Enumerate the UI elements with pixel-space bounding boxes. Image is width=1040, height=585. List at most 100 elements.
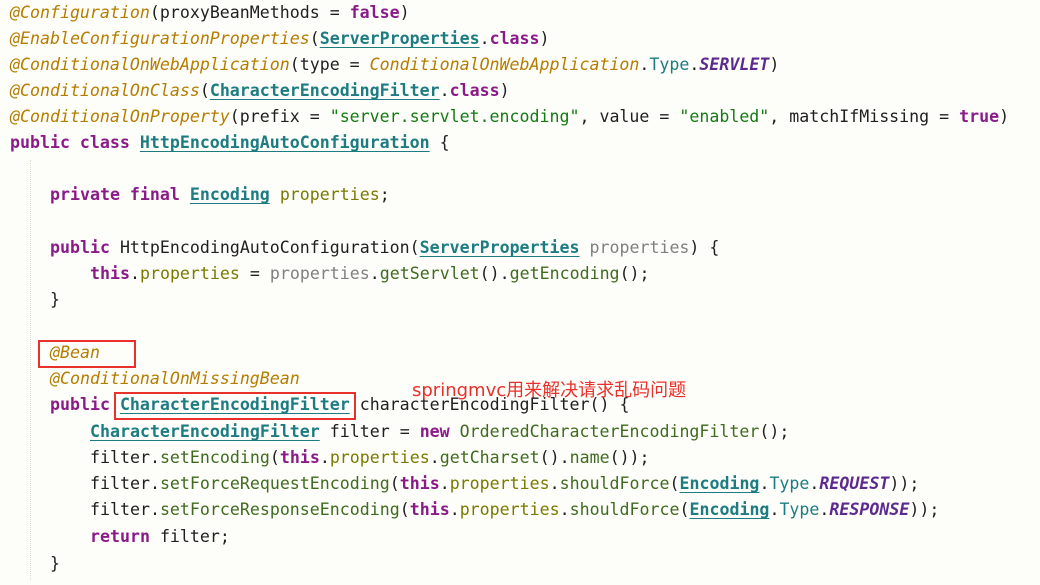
- code-text: (: [669, 474, 680, 493]
- keyword: public class: [10, 133, 140, 152]
- code-text: ();: [759, 422, 790, 441]
- parameter-name: properties: [589, 238, 690, 257]
- method-call: shouldForce: [559, 474, 670, 493]
- enum-constant: SERVLET: [699, 55, 770, 74]
- code-line-11: this.properties = properties.getServlet(…: [90, 261, 650, 287]
- code-line-4: @ConditionalOnClass(CharacterEncodingFil…: [10, 78, 510, 104]
- code-text: .: [549, 474, 560, 493]
- keyword: this: [90, 264, 130, 283]
- code-text: ) {: [689, 238, 720, 257]
- code-text: filter.: [90, 500, 160, 519]
- code-text: filter;: [159, 527, 230, 546]
- code-text: .: [819, 500, 830, 519]
- keyword: this: [279, 448, 320, 467]
- code-text: .: [479, 29, 490, 48]
- annotation-reference: ConditionalOnWebApplication: [369, 55, 640, 74]
- code-text: (proxyBeanMethods =: [149, 3, 350, 22]
- type-reference: Type: [649, 55, 690, 74]
- keyword: class: [449, 81, 500, 100]
- code-text: }: [50, 290, 60, 309]
- code-text: ));: [889, 474, 920, 493]
- code-text: (: [309, 29, 320, 48]
- code-text: (: [679, 500, 690, 519]
- code-text: ): [499, 81, 510, 100]
- code-text: .: [439, 81, 450, 100]
- annotation: @ConditionalOnWebApplication: [10, 55, 290, 74]
- type-reference: Encoding: [189, 185, 270, 204]
- annotation: @EnableConfigurationProperties: [10, 29, 310, 48]
- field-name: properties: [449, 474, 550, 493]
- code-line-18: filter.setEncoding(this.properties.getCh…: [90, 445, 650, 471]
- code-text: .: [559, 500, 570, 519]
- code-text: .: [319, 448, 330, 467]
- code-line-21: return filter;: [90, 524, 230, 550]
- keyword: class: [489, 29, 540, 48]
- code-text: ): [999, 107, 1010, 126]
- method-call: getServlet: [379, 264, 480, 283]
- code-text: .: [639, 55, 650, 74]
- code-text: .: [429, 448, 440, 467]
- code-text: ));: [909, 500, 940, 519]
- keyword: public: [50, 395, 120, 414]
- type-reference: Type: [779, 500, 820, 519]
- keyword: this: [399, 474, 440, 493]
- code-text: }: [50, 554, 60, 573]
- method-call: getCharset: [439, 448, 540, 467]
- keyword: public: [50, 238, 120, 257]
- code-text: filter =: [319, 422, 420, 441]
- code-line-12: }: [50, 287, 60, 313]
- code-text: ): [769, 55, 780, 74]
- code-line-22: }: [50, 551, 60, 577]
- type-reference: CharacterEncodingFilter: [90, 422, 320, 441]
- code-text: ();: [619, 264, 650, 283]
- code-text: .: [769, 500, 780, 519]
- constructor-call: OrderedCharacterEncodingFilter: [459, 422, 760, 441]
- keyword: true: [959, 107, 1000, 126]
- code-editor[interactable]: @Configuration(proxyBeanMethods = false)…: [0, 0, 1040, 585]
- type-reference: Encoding: [679, 474, 760, 493]
- code-text: ;: [379, 185, 390, 204]
- code-text: {: [429, 133, 450, 152]
- code-text: (: [199, 81, 210, 100]
- parameter-name: properties: [269, 264, 370, 283]
- code-text: filter.: [90, 474, 160, 493]
- code-line-20: filter.setForceResponseEncoding(this.pro…: [90, 497, 939, 523]
- method-call: setEncoding: [159, 448, 270, 467]
- type-reference: ServerProperties: [419, 238, 580, 257]
- method-call: name: [569, 448, 610, 467]
- code-text: (type =: [289, 55, 370, 74]
- code-line-17: CharacterEncodingFilter filter = new Ord…: [90, 419, 789, 445]
- type-reference: ServerProperties: [319, 29, 480, 48]
- annotation: @Configuration: [10, 3, 150, 22]
- field-name: properties: [279, 185, 380, 204]
- string-literal: "server.servlet.encoding": [329, 107, 580, 126]
- annotation: @ConditionalOnProperty: [10, 107, 230, 126]
- string-literal: "enabled": [679, 107, 770, 126]
- code-text: ().: [479, 264, 510, 283]
- code-line-1: @Configuration(proxyBeanMethods = false): [10, 0, 410, 26]
- code-text: ().: [539, 448, 570, 467]
- keyword: false: [349, 3, 400, 22]
- enum-constant: RESPONSE: [829, 500, 910, 519]
- code-line-6: public class HttpEncodingAutoConfigurati…: [10, 130, 450, 156]
- code-text: (prefix =: [229, 107, 330, 126]
- indent-guide: [30, 160, 31, 580]
- enum-constant: REQUEST: [819, 474, 890, 493]
- code-line-15: @ConditionalOnMissingBean: [50, 366, 300, 392]
- code-line-2: @EnableConfigurationProperties(ServerPro…: [10, 26, 550, 52]
- code-text: .: [759, 474, 770, 493]
- field-name: properties: [329, 448, 430, 467]
- code-text: filter.: [90, 448, 160, 467]
- method-call: setForceResponseEncoding: [159, 500, 400, 519]
- code-text: =: [239, 264, 270, 283]
- code-text: .: [129, 264, 140, 283]
- method-call: getEncoding: [509, 264, 620, 283]
- class-name: HttpEncodingAutoConfiguration: [139, 133, 430, 152]
- code-text: (: [399, 500, 410, 519]
- code-text: ());: [609, 448, 650, 467]
- code-line-8: private final Encoding properties;: [50, 182, 390, 208]
- highlight-box-bean: [38, 340, 136, 368]
- code-text: .: [449, 500, 460, 519]
